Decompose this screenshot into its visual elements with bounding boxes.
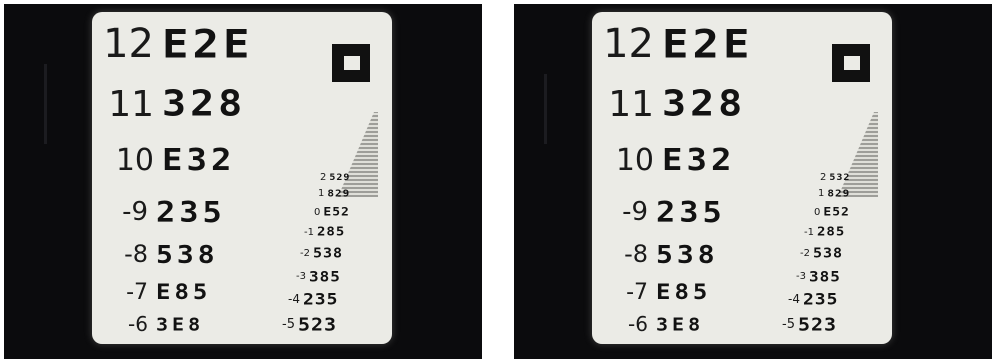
small-row-number: 0 bbox=[314, 206, 321, 218]
row-glyphs: E85 bbox=[156, 279, 212, 305]
small-row-glyphs: 385 bbox=[308, 267, 341, 285]
small-row-number: -1 bbox=[804, 226, 814, 238]
chart-row: 12 E2E bbox=[92, 21, 254, 67]
small-row: -3 385 bbox=[796, 264, 841, 288]
left-photo: 12 E2E 11 328 10 E32 -9 235 -8 538 -7 E8… bbox=[4, 4, 482, 359]
resolution-chart: 12 E2E 11 328 10 E32 -9 235 -8 538 -7 E8… bbox=[92, 12, 392, 344]
row-number: 10 bbox=[615, 142, 654, 178]
row-number: 10 bbox=[115, 142, 154, 178]
resolution-chart: 12 E2E 11 328 10 E32 -9 235 -8 538 -7 E8… bbox=[592, 12, 892, 344]
small-row-glyphs: 829 bbox=[827, 187, 851, 199]
small-row-glyphs: 532 bbox=[829, 172, 851, 182]
small-row-glyphs: 523 bbox=[297, 313, 338, 335]
row-number: 12 bbox=[103, 21, 154, 67]
row-glyphs: 538 bbox=[656, 239, 719, 269]
square-target bbox=[832, 44, 870, 82]
small-row: -4 235 bbox=[288, 286, 338, 312]
small-row: -4 235 bbox=[788, 286, 838, 312]
row-glyphs: E85 bbox=[656, 279, 712, 305]
small-row-glyphs: E52 bbox=[323, 205, 350, 219]
right-photo: 12 E2E 11 328 10 E32 -9 235 -8 538 -7 E8… bbox=[514, 4, 992, 359]
small-row-glyphs: 285 bbox=[816, 224, 846, 240]
small-row-number: 2 bbox=[820, 171, 827, 183]
small-row-number: -4 bbox=[788, 292, 800, 306]
row-number: -6 bbox=[128, 312, 148, 336]
row-glyphs: 328 bbox=[162, 83, 247, 125]
row-number: -8 bbox=[624, 240, 648, 268]
row-glyphs: 328 bbox=[662, 83, 747, 125]
small-row-number: -5 bbox=[282, 316, 295, 332]
chart-row: 11 328 bbox=[592, 83, 747, 125]
small-row-number: 1 bbox=[818, 187, 825, 199]
row-number: -7 bbox=[126, 279, 148, 305]
small-row-glyphs: 235 bbox=[802, 289, 839, 309]
row-number: -9 bbox=[122, 197, 148, 227]
row-number: -6 bbox=[628, 312, 648, 336]
small-row-number: -3 bbox=[296, 270, 306, 282]
row-glyphs: E32 bbox=[162, 142, 236, 178]
row-glyphs: E32 bbox=[662, 142, 736, 178]
row-glyphs: 235 bbox=[656, 194, 726, 230]
small-row-glyphs: 285 bbox=[316, 224, 346, 240]
small-row-glyphs: 529 bbox=[329, 172, 351, 182]
small-row: 0 E52 bbox=[814, 202, 850, 222]
row-glyphs: 3E8 bbox=[156, 313, 205, 335]
chart-row: -6 3E8 bbox=[92, 304, 204, 344]
small-row-glyphs: 538 bbox=[812, 244, 844, 262]
dark-streak bbox=[544, 74, 547, 144]
small-row: 0 E52 bbox=[314, 202, 350, 222]
chart-row: -9 235 bbox=[592, 192, 726, 232]
chart-row: 10 E32 bbox=[92, 140, 235, 180]
small-row-number: -1 bbox=[304, 226, 314, 238]
small-row-number: 0 bbox=[814, 206, 821, 218]
small-row-glyphs: 829 bbox=[327, 187, 351, 199]
small-row-number: 1 bbox=[318, 187, 325, 199]
row-glyphs: E2E bbox=[162, 21, 254, 67]
row-number: 11 bbox=[608, 83, 654, 125]
small-row: -5 523 bbox=[782, 310, 837, 338]
small-row: -5 523 bbox=[282, 310, 337, 338]
row-glyphs: 235 bbox=[156, 194, 226, 230]
chart-row: 11 328 bbox=[92, 83, 247, 125]
small-row-glyphs: 235 bbox=[302, 289, 339, 309]
small-row-glyphs: 385 bbox=[808, 267, 841, 285]
chart-row: -6 3E8 bbox=[592, 304, 704, 344]
small-row-glyphs: 538 bbox=[312, 244, 344, 262]
small-row-number: -2 bbox=[300, 247, 310, 259]
small-row-glyphs: 523 bbox=[797, 313, 838, 335]
dark-streak bbox=[44, 64, 47, 144]
small-row: 1 829 bbox=[318, 184, 350, 202]
chart-row: -8 538 bbox=[92, 234, 219, 274]
row-glyphs: E2E bbox=[662, 21, 754, 67]
small-row-glyphs: E52 bbox=[823, 205, 850, 219]
row-glyphs: 3E8 bbox=[656, 313, 705, 335]
small-row: -1 285 bbox=[804, 222, 845, 242]
small-row: -2 538 bbox=[300, 242, 343, 264]
small-row: -3 385 bbox=[296, 264, 341, 288]
small-row-number: -4 bbox=[288, 292, 300, 306]
square-target bbox=[332, 44, 370, 82]
small-row-number: -2 bbox=[800, 247, 810, 259]
chart-row: 10 E32 bbox=[592, 140, 735, 180]
row-glyphs: 538 bbox=[156, 239, 219, 269]
small-row: -2 538 bbox=[800, 242, 843, 264]
row-number: 12 bbox=[603, 21, 654, 67]
small-row-number: -5 bbox=[782, 316, 795, 332]
chart-row: -8 538 bbox=[592, 234, 719, 274]
small-row-number: 2 bbox=[320, 171, 327, 183]
row-number: -8 bbox=[124, 240, 148, 268]
row-number: -9 bbox=[622, 197, 648, 227]
chart-row: 12 E2E bbox=[592, 21, 754, 67]
small-row: -1 285 bbox=[304, 222, 345, 242]
small-row-number: -3 bbox=[796, 270, 806, 282]
row-number: -7 bbox=[626, 279, 648, 305]
row-number: 11 bbox=[108, 83, 154, 125]
small-row: 1 829 bbox=[818, 184, 850, 202]
chart-row: -9 235 bbox=[92, 192, 226, 232]
